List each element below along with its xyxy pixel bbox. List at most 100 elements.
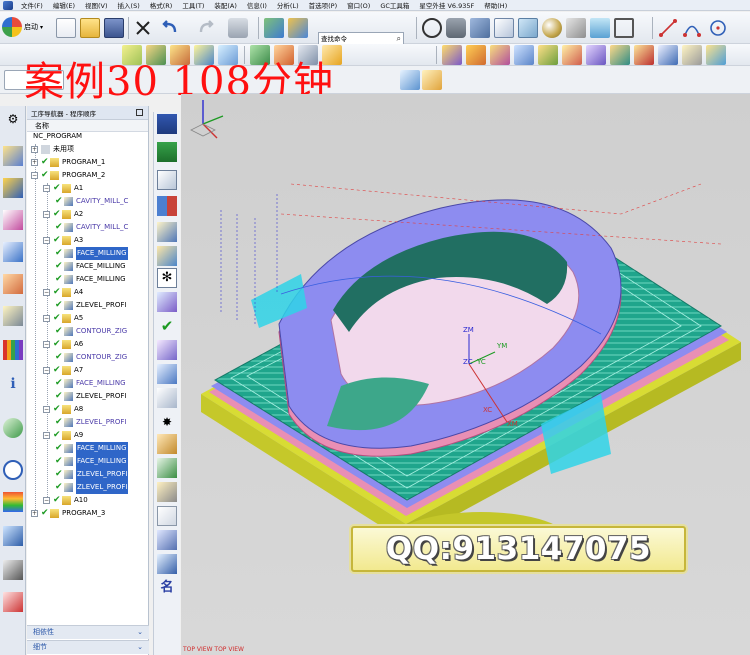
tree-row-operation[interactable]: ✔ ZLEVEL_PROFI xyxy=(27,481,149,494)
feature-icon-12[interactable] xyxy=(706,45,726,65)
feature-icon-5[interactable] xyxy=(538,45,558,65)
feature-icon-10[interactable] xyxy=(658,45,678,65)
tree-row-group[interactable]: − ✔ A9 xyxy=(27,429,149,442)
snap-point-icon[interactable] xyxy=(288,18,308,38)
menu-help[interactable]: 帮助(H) xyxy=(479,0,512,10)
menu-edit[interactable]: 编辑(E) xyxy=(48,0,80,10)
tree-row-program[interactable]: + ✔ PROGRAM_3 xyxy=(27,507,149,520)
tree-row-operation[interactable]: ✔ ZLEVEL_PROFI xyxy=(27,468,149,481)
feature-icon-6[interactable] xyxy=(562,45,582,65)
menu-format[interactable]: 格式(R) xyxy=(145,0,178,10)
menu-assembly[interactable]: 装配(A) xyxy=(209,0,242,10)
display-mode-icon[interactable] xyxy=(228,18,248,38)
palette-tab-icon[interactable] xyxy=(3,340,23,360)
cavity-mill-icon[interactable] xyxy=(157,196,177,216)
delete-icon[interactable] xyxy=(133,18,153,38)
selection-filter-icon[interactable] xyxy=(264,18,284,38)
face-mill-icon[interactable] xyxy=(157,170,177,190)
tool-icon[interactable] xyxy=(157,434,177,454)
name-column-header[interactable]: 名称 xyxy=(27,120,148,132)
generate-check-icon[interactable]: ✔ xyxy=(157,316,177,336)
part-navigator-tab-icon[interactable] xyxy=(3,210,23,230)
system-materials-tab-icon[interactable] xyxy=(3,526,23,546)
open-folder-icon[interactable] xyxy=(80,18,100,38)
clock-icon[interactable] xyxy=(3,460,23,480)
expand-toggle[interactable]: − xyxy=(43,406,50,413)
dependencies-panel-header[interactable]: 相依性 ⌄ xyxy=(27,625,149,639)
history-tab-icon[interactable] xyxy=(3,592,23,612)
tree-row-group[interactable]: − ✔ A6 xyxy=(27,338,149,351)
orient-view-icon[interactable] xyxy=(470,18,490,38)
feature-icon-1[interactable] xyxy=(442,45,462,65)
menu-file[interactable]: 文件(F) xyxy=(16,0,48,10)
verify-icon[interactable] xyxy=(157,388,177,408)
tree-row-operation[interactable]: ✔ FACE_MILLING xyxy=(27,260,149,273)
tree-row-operation[interactable]: ✔ CAVITY_MILL_C xyxy=(27,221,149,234)
expand-toggle[interactable]: − xyxy=(43,367,50,374)
tree-row-operation[interactable]: ✔ FACE_MILLING xyxy=(27,273,149,286)
snowflake-icon[interactable]: ✻ xyxy=(157,268,177,288)
tree-row-operation[interactable]: ✔ CONTOUR_ZIG xyxy=(27,351,149,364)
edit-icon[interactable] xyxy=(157,292,177,312)
menu-analysis[interactable]: 分析(L) xyxy=(272,0,304,10)
graphics-window[interactable]: ZM YM ZC YC XC XM QQ:913147075 TOP VIEW … xyxy=(181,94,750,655)
gray-cube-icon[interactable] xyxy=(566,18,586,38)
machine-tool-tab-icon[interactable] xyxy=(3,178,23,198)
menu-plugin[interactable]: 星空外挂 V6.935F xyxy=(414,0,479,10)
operation-navigator-tab-icon[interactable] xyxy=(3,146,23,166)
redo-icon[interactable] xyxy=(196,18,216,38)
expand-toggle[interactable]: − xyxy=(43,211,50,218)
contour-icon[interactable] xyxy=(157,246,177,266)
arc-icon[interactable] xyxy=(682,18,702,38)
expand-toggle[interactable]: − xyxy=(31,172,38,179)
star-icon[interactable]: ✸ xyxy=(157,412,177,432)
process-studio-tab-icon[interactable] xyxy=(3,560,23,580)
menu-tools[interactable]: 工具(T) xyxy=(177,0,209,10)
expand-toggle[interactable]: + xyxy=(31,159,38,166)
circle-icon[interactable] xyxy=(708,18,728,38)
feature-icon-9[interactable] xyxy=(634,45,654,65)
tree-row-group[interactable]: − ✔ A3 xyxy=(27,234,149,247)
line-icon[interactable] xyxy=(658,18,678,38)
wireframe-view-icon[interactable] xyxy=(518,18,538,38)
tree-row-group[interactable]: − ✔ A8 xyxy=(27,403,149,416)
mill-down-icon[interactable] xyxy=(157,114,177,134)
info-icon[interactable]: ℹ xyxy=(3,376,23,396)
menu-gc-toolkit[interactable]: GC工具箱 xyxy=(375,0,414,10)
doc-icon[interactable] xyxy=(157,506,177,526)
layer-settings-icon[interactable] xyxy=(614,18,634,38)
expand-toggle[interactable]: − xyxy=(43,315,50,322)
snap-icon-1[interactable] xyxy=(400,70,420,90)
tree-row-program[interactable]: + ✔ PROGRAM_1 xyxy=(27,156,149,169)
expand-toggle[interactable]: + xyxy=(31,146,38,153)
expand-toggle[interactable]: + xyxy=(31,510,38,517)
web-browser-tab-icon[interactable] xyxy=(3,418,23,438)
tree-row-group[interactable]: − ✔ A10 xyxy=(27,494,149,507)
tree-row-group[interactable]: − ✔ A2 xyxy=(27,208,149,221)
feed-icon[interactable] xyxy=(157,530,177,550)
tree-row-operation[interactable]: ✔ CONTOUR_ZIG xyxy=(27,325,149,338)
shaded-sphere-icon[interactable] xyxy=(542,18,562,38)
feature-icon-3[interactable] xyxy=(490,45,510,65)
feature-icon-8[interactable] xyxy=(610,45,630,65)
menu-information[interactable]: 信息(I) xyxy=(242,0,272,10)
undo-icon[interactable] xyxy=(160,18,180,38)
tree-row-operation[interactable]: ✔ FACE_MILLING xyxy=(27,247,149,260)
tree-row-operation[interactable]: ✔ FACE_MILLING xyxy=(27,377,149,390)
details-panel-header[interactable]: 细节 ⌄ xyxy=(27,640,149,654)
tree-row-operation[interactable]: ✔ FACE_MILLING xyxy=(27,455,149,468)
expand-toggle[interactable]: − xyxy=(43,341,50,348)
menu-view[interactable]: 视图(V) xyxy=(80,0,113,10)
background-icon[interactable] xyxy=(590,18,610,38)
tree-row-unused[interactable]: + 未用项 xyxy=(27,143,149,156)
expand-toggle[interactable]: − xyxy=(43,237,50,244)
view-triad[interactable] xyxy=(181,94,231,144)
feature-icon-7[interactable] xyxy=(586,45,606,65)
zoom-icon[interactable] xyxy=(422,18,442,38)
list-icon[interactable] xyxy=(157,364,177,384)
zlevel-icon[interactable] xyxy=(157,222,177,242)
replay-icon[interactable] xyxy=(157,340,177,360)
pin-icon[interactable] xyxy=(136,109,143,116)
tree-row-group[interactable]: − ✔ A1 xyxy=(27,182,149,195)
feature-icon-11[interactable] xyxy=(682,45,702,65)
